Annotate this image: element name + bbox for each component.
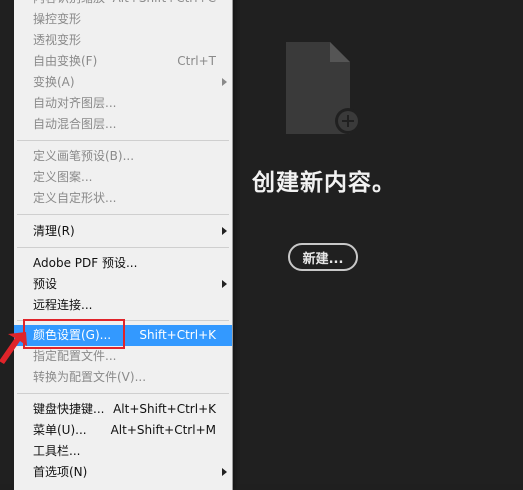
menu-item-presets[interactable]: 预设	[14, 274, 232, 295]
menu-item-shortcut: Alt+Shift+Ctrl+C	[113, 0, 216, 9]
submenu-arrow-icon	[222, 468, 227, 476]
menu-item-free-transform[interactable]: 自由变换(F) Ctrl+T	[14, 51, 232, 72]
new-document-icon	[286, 42, 361, 134]
menu-item-label: 转换为配置文件(V)...	[33, 370, 147, 384]
menu-item-label: 定义画笔预设(B)...	[33, 149, 135, 163]
menu-item-label: 自动对齐图层...	[33, 96, 117, 110]
menu-item-define-custom-shape[interactable]: 定义自定形状...	[14, 188, 232, 209]
menu-item-label: 透视变形	[33, 33, 82, 47]
menu-item-shortcut: Ctrl+T	[177, 54, 216, 68]
menu-separator	[17, 247, 229, 248]
menu-item-transform[interactable]: 变换(A)	[14, 72, 232, 93]
submenu-arrow-icon	[222, 280, 227, 288]
new-document-button[interactable]: 新建...	[288, 243, 358, 271]
menu-separator	[17, 214, 229, 215]
menu-separator	[17, 393, 229, 394]
menu-item-label: 变换(A)	[33, 75, 75, 89]
menu-item-auto-blend-layers[interactable]: 自动混合图层...	[14, 114, 232, 135]
menu-item-preferences[interactable]: 首选项(N)	[14, 462, 232, 483]
menu-item-adobe-pdf-presets[interactable]: Adobe PDF 预设...	[14, 253, 232, 274]
menu-item-label: 定义图案...	[33, 170, 93, 184]
menu-item-remote-connections[interactable]: 远程连接...	[14, 295, 232, 316]
menu-item-label: 首选项(N)	[33, 465, 88, 479]
submenu-arrow-icon	[222, 78, 227, 86]
menu-item-label: 键盘快捷键...	[33, 402, 105, 416]
annotation-highlight-box	[23, 319, 125, 349]
menu-item-label: 指定配置文件...	[33, 349, 117, 363]
menu-item-label: Adobe PDF 预设...	[33, 256, 138, 270]
menu-item-purge[interactable]: 清理(R)	[14, 221, 232, 242]
menu-item-toolbar[interactable]: 工具栏...	[14, 441, 232, 462]
menu-item-label: 预设	[33, 277, 58, 291]
menu-item-keyboard-shortcuts[interactable]: 键盘快捷键... Alt+Shift+Ctrl+K	[14, 399, 232, 420]
menu-item-label: 内容识别缩放	[33, 0, 105, 9]
menu-item-label: 远程连接...	[33, 298, 93, 312]
menu-item-puppet-warp[interactable]: 操控变形	[14, 9, 232, 30]
menu-item-content-aware-scale[interactable]: 内容识别缩放 Alt+Shift+Ctrl+C	[14, 0, 232, 9]
menu-item-convert-to-profile[interactable]: 转换为配置文件(V)...	[14, 367, 232, 388]
menu-item-shortcut: Alt+Shift+Ctrl+M	[110, 423, 216, 437]
menu-item-label: 操控变形	[33, 12, 82, 26]
menu-item-shortcut: Shift+Ctrl+K	[139, 328, 216, 342]
menu-item-menus[interactable]: 菜单(U)... Alt+Shift+Ctrl+M	[14, 420, 232, 441]
edit-menu-dropdown: 内容识别缩放 Alt+Shift+Ctrl+C 操控变形 透视变形 自由变换(F…	[14, 0, 233, 490]
menu-item-assign-profile[interactable]: 指定配置文件...	[14, 346, 232, 367]
menu-item-perspective-warp[interactable]: 透视变形	[14, 30, 232, 51]
menu-item-label: 菜单(U)...	[33, 423, 87, 437]
menu-separator	[17, 140, 229, 141]
menu-item-label: 自由变换(F)	[33, 54, 98, 68]
menu-item-label: 自动混合图层...	[33, 117, 117, 131]
submenu-arrow-icon	[222, 227, 227, 235]
menu-item-label: 清理(R)	[33, 224, 75, 238]
menu-item-label: 定义自定形状...	[33, 191, 117, 205]
annotation-arrow-icon	[0, 332, 27, 364]
menu-item-auto-align-layers[interactable]: 自动对齐图层...	[14, 93, 232, 114]
menu-item-shortcut: Alt+Shift+Ctrl+K	[113, 402, 216, 416]
menu-item-define-brush-preset[interactable]: 定义画笔预设(B)...	[14, 146, 232, 167]
menu-item-define-pattern[interactable]: 定义图案...	[14, 167, 232, 188]
menu-item-label: 工具栏...	[33, 444, 81, 458]
create-new-content-title: 创建新内容。	[252, 170, 396, 196]
